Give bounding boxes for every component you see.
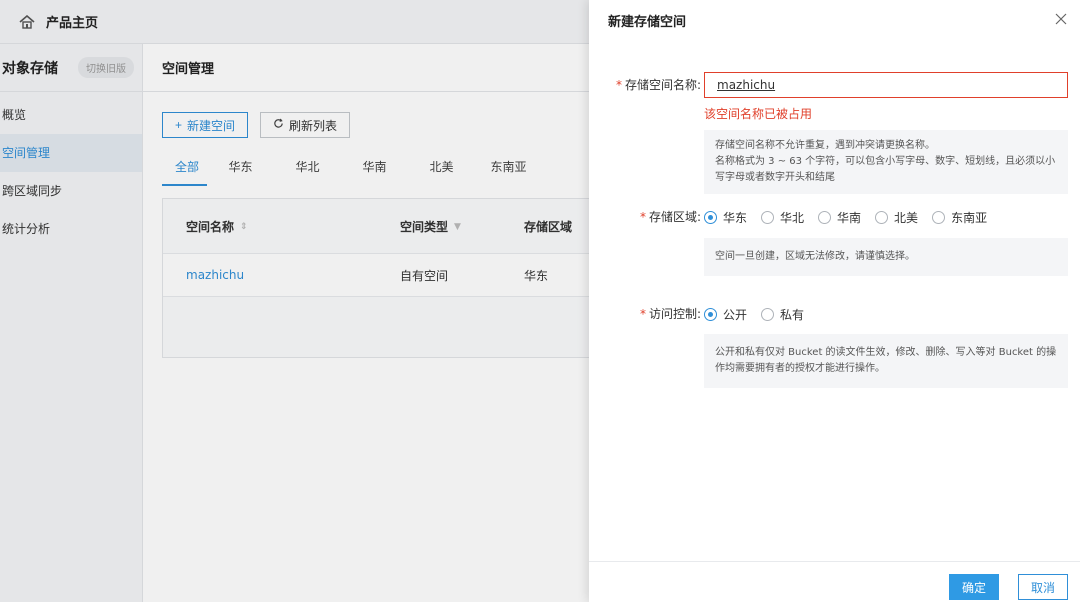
- access-radio-public[interactable]: 公开: [704, 306, 747, 323]
- region-radio-group: 华东 华北 华南 北美 东南亚: [704, 204, 1068, 230]
- close-icon[interactable]: [1055, 13, 1069, 27]
- radio-dot: [761, 210, 775, 224]
- region-radio-south-china[interactable]: 华南: [818, 209, 861, 226]
- access-control-label: * 访问控制:: [639, 307, 701, 321]
- bucket-name-label: * 存储空间名称:: [615, 78, 701, 92]
- cancel-button[interactable]: 取消: [1018, 574, 1068, 600]
- required-mark: *: [639, 307, 646, 321]
- radio-dot: [704, 307, 717, 321]
- storage-region-field: 华东 华北 华南 北美 东南亚 空间一旦创建，区域无法修改，请谨慎选择。: [704, 204, 1068, 276]
- storage-region-tip: 空间一旦创建，区域无法修改，请谨慎选择。: [704, 238, 1068, 276]
- create-bucket-drawer: 新建存储空间 *存储空间名称: 该空间名称已被占用 存储空间名称不允许重复，遇到…: [589, 0, 1080, 602]
- region-radio-north-china[interactable]: 华北: [761, 209, 804, 226]
- required-mark: *: [615, 78, 622, 92]
- bucket-name-input[interactable]: [704, 72, 1068, 98]
- bucket-name-tip: 存储空间名称不允许重复，遇到冲突请更换名称。 名称格式为 3 ~ 63 个字符，…: [704, 130, 1068, 194]
- storage-region-label: * 存储区域:: [639, 210, 701, 224]
- confirm-button[interactable]: 确定: [949, 574, 999, 600]
- access-radio-group: 公开 私有: [704, 301, 1068, 327]
- drawer-title: 新建存储空间: [608, 14, 687, 30]
- radio-dot: [875, 210, 889, 224]
- radio-dot: [932, 210, 946, 224]
- radio-dot: [818, 210, 832, 224]
- radio-dot: [761, 307, 775, 321]
- access-control-field: 公开 私有 公开和私有仅对 Bucket 的读文件生效，修改、删除、写入等对 B…: [704, 301, 1068, 388]
- bucket-name-field: 该空间名称已被占用 存储空间名称不允许重复，遇到冲突请更换名称。 名称格式为 3…: [704, 72, 1068, 194]
- access-control-tip: 公开和私有仅对 Bucket 的读文件生效，修改、删除、写入等对 Bucket …: [704, 334, 1068, 388]
- region-radio-east-china[interactable]: 华东: [704, 209, 747, 226]
- drawer-header: 新建存储空间: [589, 0, 1080, 40]
- radio-dot: [704, 210, 717, 224]
- drawer-footer: 确定 取消: [589, 561, 1080, 602]
- region-radio-north-america[interactable]: 北美: [875, 209, 918, 226]
- bucket-name-error: 该空间名称已被占用: [704, 107, 813, 121]
- region-radio-southeast-asia[interactable]: 东南亚: [932, 209, 987, 226]
- required-mark: *: [639, 210, 646, 224]
- access-radio-private[interactable]: 私有: [761, 306, 804, 323]
